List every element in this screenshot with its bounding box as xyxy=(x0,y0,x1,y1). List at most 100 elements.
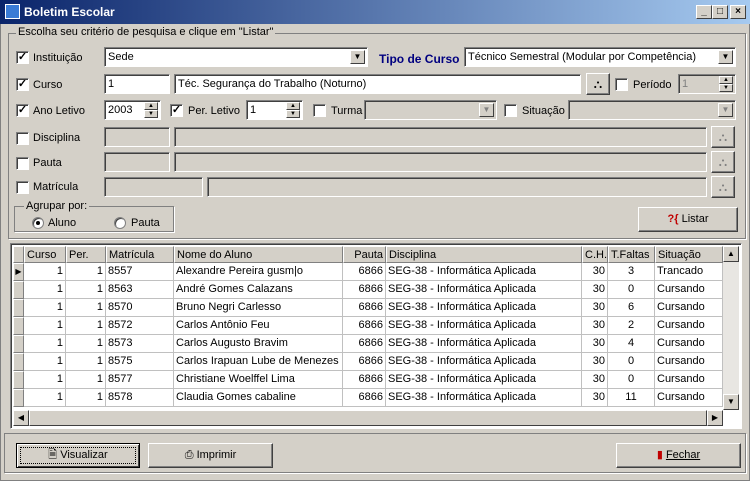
curso-code-input[interactable]: 1 xyxy=(104,74,170,94)
cell-nome[interactable]: Carlos Irapuan Lube de Menezes xyxy=(174,353,343,371)
cell-disciplina[interactable]: SEG-38 - Informática Aplicada xyxy=(386,335,582,353)
current-row-indicator[interactable]: ▶ xyxy=(13,263,24,281)
cell-tfaltas[interactable]: 4 xyxy=(608,335,655,353)
cell-ch[interactable]: 30 xyxy=(582,263,608,281)
cell-ch[interactable]: 30 xyxy=(582,371,608,389)
matricula-code-input[interactable] xyxy=(104,177,203,197)
cell-nome[interactable]: Bruno Negri Carlesso xyxy=(174,299,343,317)
ano-letivo-stepper[interactable]: 2003 ▲ ▼ xyxy=(104,100,161,120)
cell-curso[interactable]: 1 xyxy=(24,353,66,371)
cell-disciplina[interactable]: SEG-38 - Informática Aplicada xyxy=(386,389,582,407)
cell-situacao[interactable]: Cursando xyxy=(655,281,723,299)
agrupar-pauta-radio[interactable] xyxy=(114,217,126,229)
scroll-up-icon[interactable]: ▲ xyxy=(723,246,739,262)
cell-ch[interactable]: 30 xyxy=(582,299,608,317)
maximize-icon[interactable]: □ xyxy=(712,5,728,19)
cell-situacao[interactable]: Cursando xyxy=(655,335,723,353)
imprimir-button[interactable]: ⎙ Imprimir xyxy=(148,443,273,468)
spin-up-icon[interactable]: ▲ xyxy=(144,102,158,110)
column-header-per[interactable]: Per. xyxy=(66,246,106,263)
cell-pauta[interactable]: 6866 xyxy=(343,299,386,317)
search-curso-button[interactable]: ⛬ xyxy=(586,73,610,95)
chevron-down-icon[interactable]: ▼ xyxy=(718,103,733,117)
chevron-down-icon[interactable]: ▼ xyxy=(718,50,733,64)
visualizar-button[interactable]: 🗎 Visualizar xyxy=(16,443,140,468)
row-indicator[interactable] xyxy=(13,317,24,335)
listar-button[interactable]: ?{ Listar xyxy=(638,207,738,232)
instituicao-checkbox[interactable]: ✓ xyxy=(16,51,29,64)
column-header-pauta[interactable]: Pauta xyxy=(343,246,386,263)
cell-ch[interactable]: 30 xyxy=(582,389,608,407)
cell-ch[interactable]: 30 xyxy=(582,317,608,335)
column-header-matricula[interactable]: Matrícula xyxy=(106,246,174,263)
cell-per[interactable]: 1 xyxy=(66,263,106,281)
ano-letivo-checkbox[interactable]: ✓ xyxy=(16,104,29,117)
scroll-left-icon[interactable]: ◀ xyxy=(13,410,29,426)
disciplina-checkbox[interactable] xyxy=(16,132,29,145)
cell-situacao[interactable]: Cursando xyxy=(655,317,723,335)
situacao-select[interactable]: ▼ xyxy=(568,100,736,120)
cell-situacao[interactable]: Cursando xyxy=(655,299,723,317)
agrupar-aluno-radio[interactable] xyxy=(32,217,44,229)
cell-nome[interactable]: Alexandre Pereira gusm|o xyxy=(174,263,343,281)
column-header-disciplina[interactable]: Disciplina xyxy=(386,246,582,263)
search-matricula-button[interactable]: ⛬ xyxy=(711,176,735,198)
column-header-ch[interactable]: C.H. xyxy=(582,246,608,263)
cell-per[interactable]: 1 xyxy=(66,389,106,407)
periodo-stepper[interactable]: 1 ▲ ▼ xyxy=(678,74,736,94)
pauta-code-input[interactable] xyxy=(104,152,170,172)
cell-curso[interactable]: 1 xyxy=(24,371,66,389)
column-header-nome[interactable]: Nome do Aluno xyxy=(174,246,343,263)
cell-matricula[interactable]: 8563 xyxy=(106,281,174,299)
column-header-situacao[interactable]: Situação xyxy=(655,246,723,263)
per-letivo-stepper[interactable]: 1 ▲ ▼ xyxy=(246,100,303,120)
chevron-down-icon[interactable]: ▼ xyxy=(479,103,494,117)
cell-pauta[interactable]: 6866 xyxy=(343,371,386,389)
turma-select[interactable]: ▼ xyxy=(364,100,497,120)
cell-matricula[interactable]: 8577 xyxy=(106,371,174,389)
cell-nome[interactable]: Carlos Augusto Bravim xyxy=(174,335,343,353)
matricula-checkbox[interactable] xyxy=(16,181,29,194)
row-indicator[interactable] xyxy=(13,353,24,371)
curso-checkbox[interactable]: ✓ xyxy=(16,78,29,91)
cell-ch[interactable]: 30 xyxy=(582,281,608,299)
cell-per[interactable]: 1 xyxy=(66,317,106,335)
cell-matricula[interactable]: 8557 xyxy=(106,263,174,281)
spin-down-icon[interactable]: ▼ xyxy=(719,84,733,92)
cell-situacao[interactable]: Cursando xyxy=(655,353,723,371)
cell-situacao[interactable]: Cursando xyxy=(655,389,723,407)
cell-per[interactable]: 1 xyxy=(66,371,106,389)
cell-tfaltas[interactable]: 6 xyxy=(608,299,655,317)
cell-tfaltas[interactable]: 11 xyxy=(608,389,655,407)
instituicao-select[interactable]: Sede ▼ xyxy=(104,47,368,67)
cell-matricula[interactable]: 8575 xyxy=(106,353,174,371)
row-indicator[interactable] xyxy=(13,281,24,299)
cell-ch[interactable]: 30 xyxy=(582,353,608,371)
scroll-right-icon[interactable]: ▶ xyxy=(707,410,723,426)
spin-up-icon[interactable]: ▲ xyxy=(286,102,300,110)
cell-per[interactable]: 1 xyxy=(66,299,106,317)
search-disciplina-button[interactable]: ⛬ xyxy=(711,126,735,148)
cell-matricula[interactable]: 8578 xyxy=(106,389,174,407)
cell-curso[interactable]: 1 xyxy=(24,389,66,407)
column-header-tfaltas[interactable]: T.Faltas xyxy=(608,246,655,263)
minimize-icon[interactable]: _ xyxy=(696,5,712,19)
cell-nome[interactable]: André Gomes Calazans xyxy=(174,281,343,299)
cell-disciplina[interactable]: SEG-38 - Informática Aplicada xyxy=(386,371,582,389)
cell-pauta[interactable]: 6866 xyxy=(343,353,386,371)
cell-nome[interactable]: Claudia Gomes cabaline xyxy=(174,389,343,407)
cell-disciplina[interactable]: SEG-38 - Informática Aplicada xyxy=(386,317,582,335)
matricula-name-input[interactable] xyxy=(207,177,707,197)
vertical-scrollbar[interactable]: ▲ ▼ xyxy=(723,246,739,410)
search-pauta-button[interactable]: ⛬ xyxy=(711,151,735,173)
tipo-curso-select[interactable]: Técnico Semestral (Modular por Competênc… xyxy=(464,47,736,67)
row-indicator[interactable] xyxy=(13,335,24,353)
periodo-checkbox[interactable] xyxy=(615,78,628,91)
spin-down-icon[interactable]: ▼ xyxy=(144,110,158,118)
row-indicator[interactable] xyxy=(13,389,24,407)
situacao-checkbox[interactable] xyxy=(504,104,517,117)
pauta-name-input[interactable] xyxy=(174,152,707,172)
cell-situacao[interactable]: Trancado xyxy=(655,263,723,281)
cell-pauta[interactable]: 6866 xyxy=(343,281,386,299)
cell-disciplina[interactable]: SEG-38 - Informática Aplicada xyxy=(386,353,582,371)
